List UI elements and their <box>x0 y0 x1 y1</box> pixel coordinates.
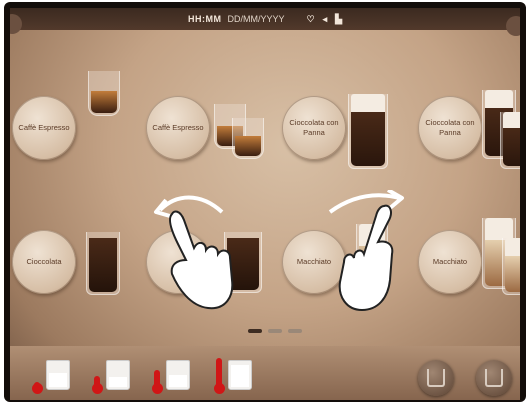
cup-size-button[interactable] <box>418 360 454 396</box>
page-dot[interactable] <box>268 329 282 333</box>
status-date: DD/MM/YYYY <box>227 14 285 24</box>
status-bar: HH:MM DD/MM/YYYY ♡ ◂ ▙ <box>10 8 520 30</box>
drink-label: Cioccolata con Panna <box>425 117 475 137</box>
drink-label: Caffè Espresso <box>152 122 204 132</box>
corner-right <box>506 16 520 36</box>
coffee-machine-screen: HH:MM DD/MM/YYYY ♡ ◂ ▙ Caffè Espresso Ca… <box>10 8 520 400</box>
cup-icon <box>427 369 445 387</box>
drink-label: Macchiato <box>432 256 468 266</box>
drink-label: Caffè Espresso <box>18 122 70 132</box>
swipe-left-hand-icon <box>154 195 234 310</box>
swipe-right-hand-icon <box>328 190 404 312</box>
drink-label: Cioccolata con Panna <box>289 117 339 137</box>
bottom-bar <box>10 346 520 400</box>
status-icons: ♡ ◂ ▙ <box>306 14 342 25</box>
device-frame: HH:MM DD/MM/YYYY ♡ ◂ ▙ Caffè Espresso Ca… <box>4 2 526 402</box>
page-dot[interactable] <box>248 329 262 333</box>
wifi-icon: ♡ <box>306 13 315 24</box>
user-icon: ▙ <box>335 13 343 24</box>
page-dot[interactable] <box>288 329 302 333</box>
page-indicator <box>248 329 302 333</box>
double-cup-button[interactable] <box>476 360 512 396</box>
volume-icon: ◂ <box>322 13 328 24</box>
drink-label: Cioccolata <box>26 256 62 266</box>
status-time: HH:MM <box>187 14 222 24</box>
cup-icon <box>485 369 503 387</box>
